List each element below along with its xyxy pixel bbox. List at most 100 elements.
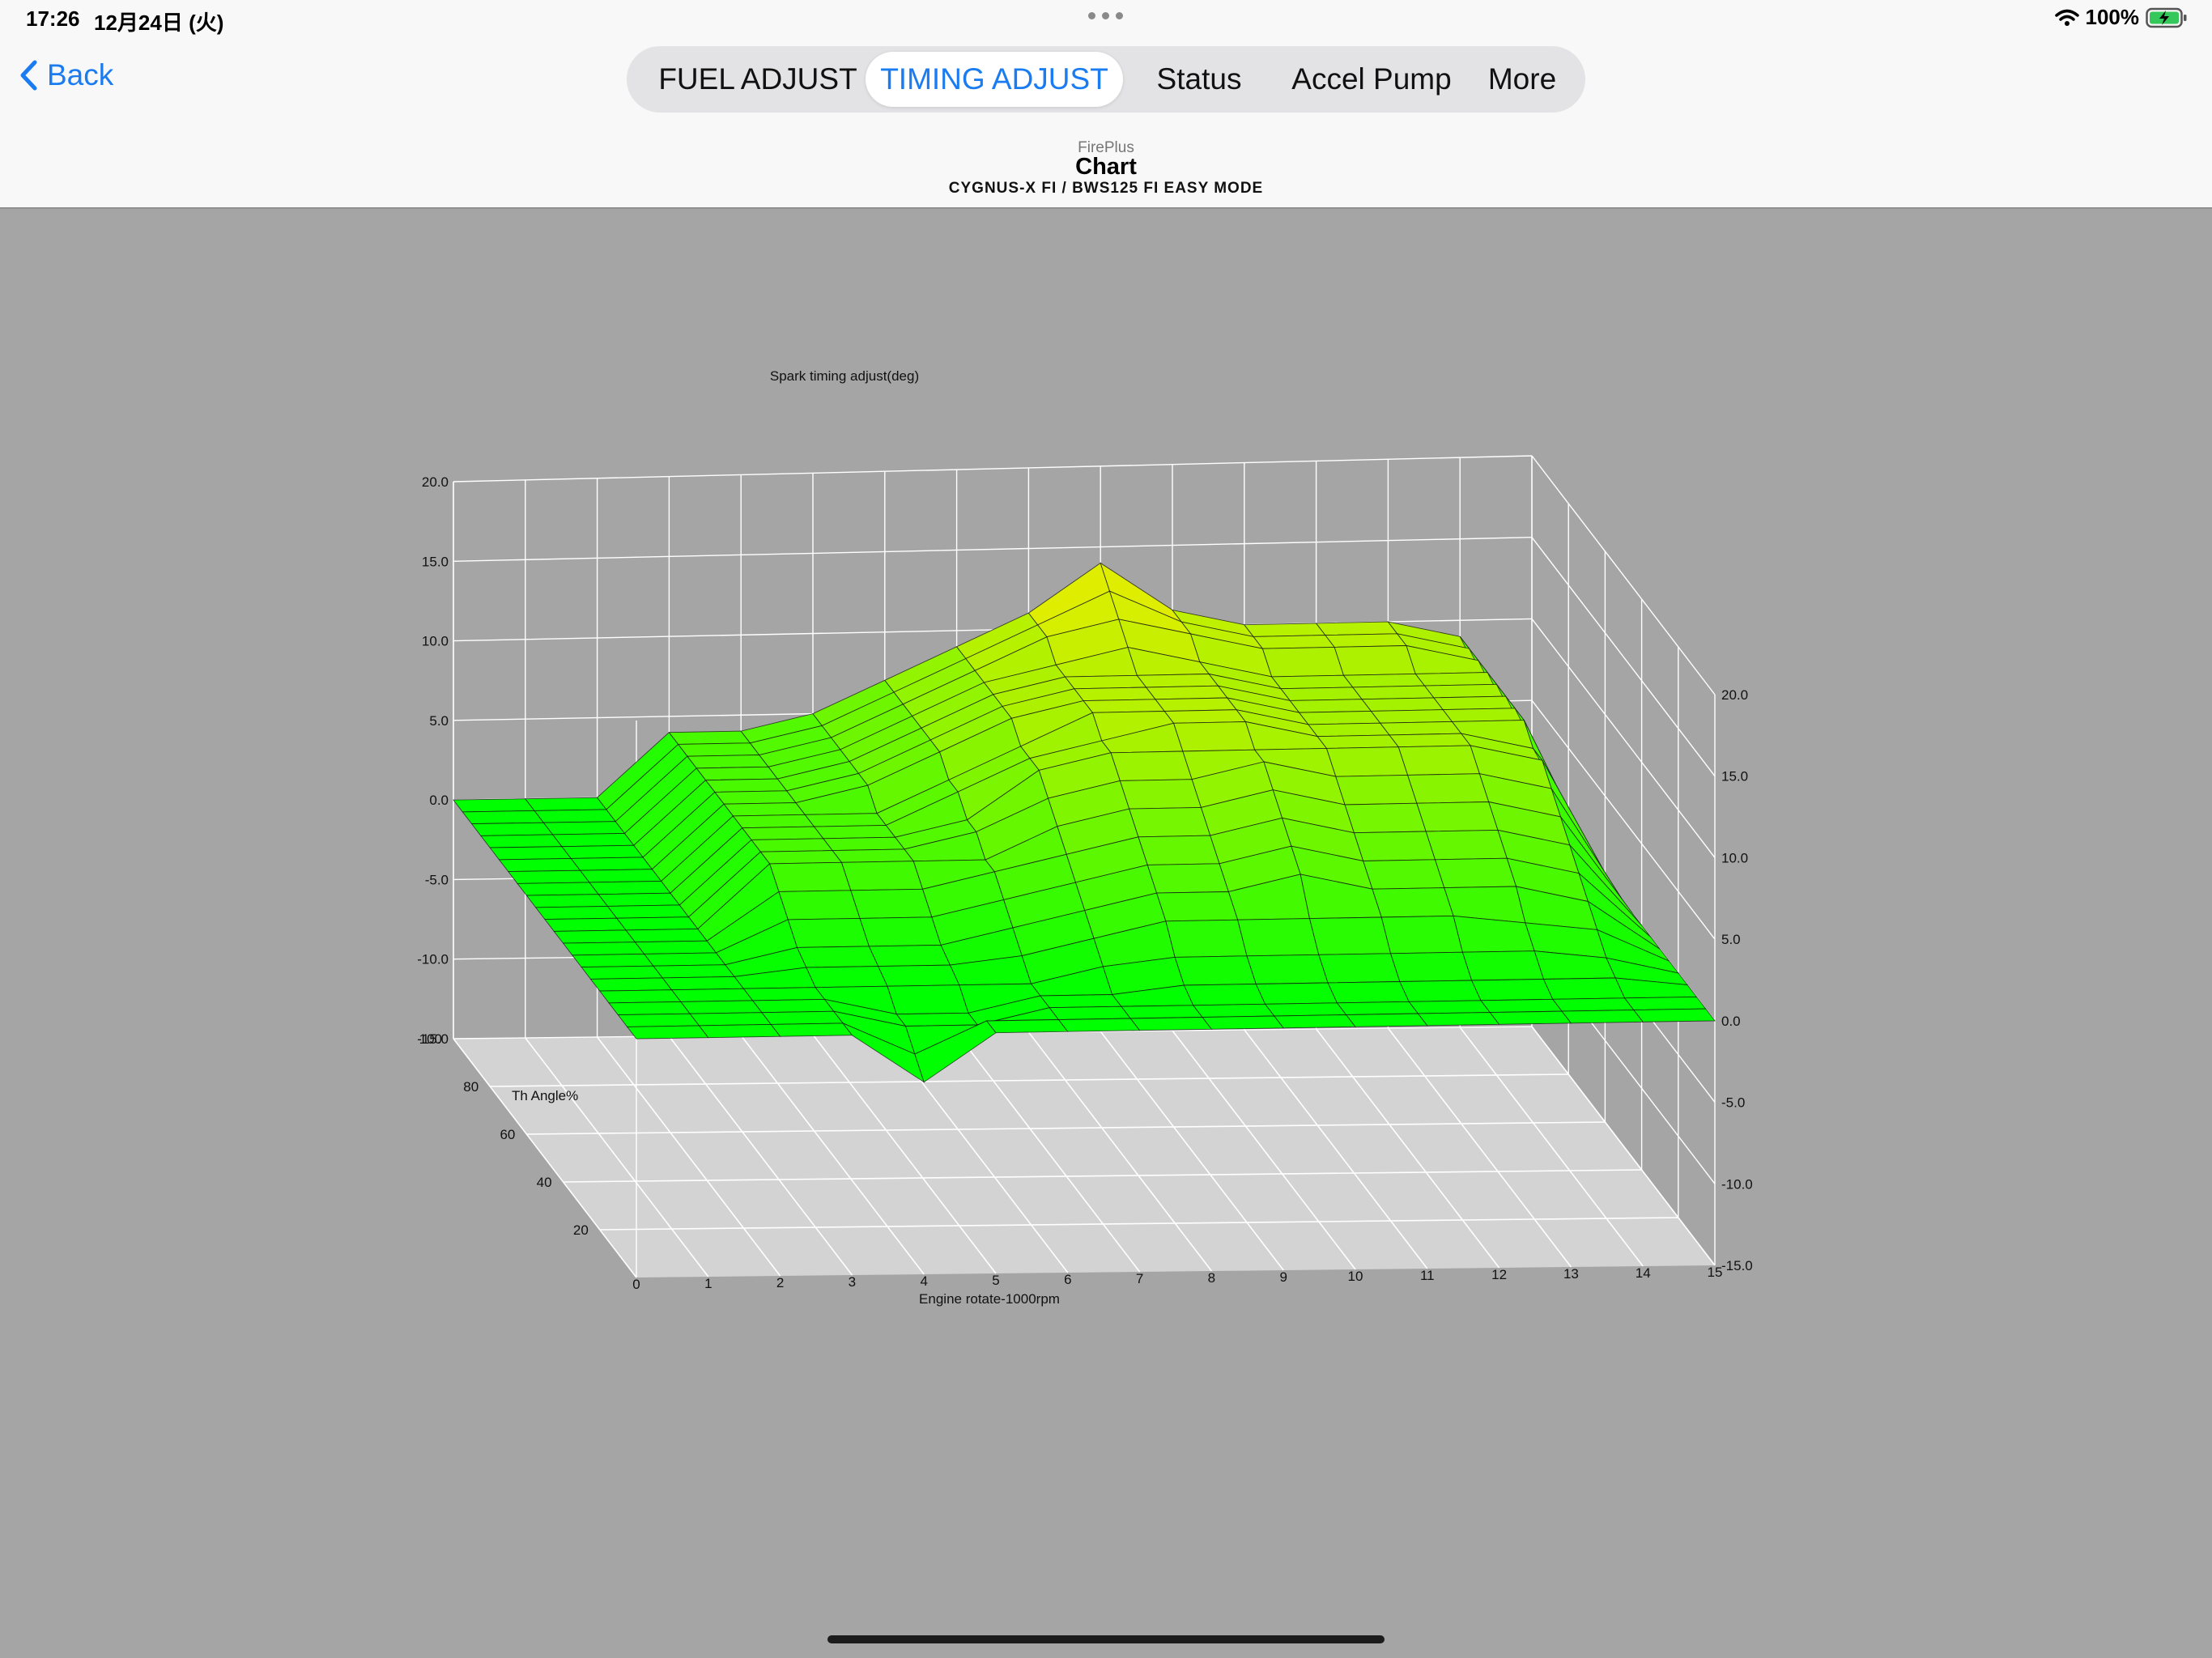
z-tick-label-right: -15.0 bbox=[1721, 1258, 1753, 1273]
surface-cell bbox=[561, 844, 644, 859]
x-axis-label: Engine rotate-1000rpm bbox=[919, 1291, 1060, 1307]
surface-cell bbox=[804, 813, 887, 827]
surface-cell bbox=[661, 976, 745, 991]
timing-surface-chart[interactable]: 0 1 2 3 4 5 6 7 8 9 10 11 12 13 14 1520406080100-15.0-1… bbox=[0, 0, 2212, 1658]
surface-cell bbox=[1351, 685, 1435, 700]
x-tick-label: 6 bbox=[1064, 1272, 1071, 1287]
surface-cell bbox=[1397, 745, 1481, 776]
surface-cell bbox=[589, 880, 671, 895]
y-tick-label: 20 bbox=[573, 1222, 589, 1238]
surface-cell bbox=[1049, 1005, 1132, 1020]
surface-cell bbox=[606, 904, 690, 919]
surface-cell bbox=[470, 822, 554, 836]
x-tick-label: 7 bbox=[1136, 1271, 1143, 1286]
surface-cell bbox=[985, 1019, 1069, 1034]
surface-cell bbox=[813, 824, 896, 840]
surface-cell bbox=[796, 946, 879, 968]
surface-cell bbox=[1370, 709, 1453, 724]
surface-cell bbox=[1416, 801, 1499, 832]
surface-cell bbox=[453, 798, 536, 813]
surface-cell bbox=[677, 742, 760, 757]
chart-title: Spark timing adjust(deg) bbox=[770, 368, 919, 384]
surface-cell bbox=[579, 869, 662, 883]
z-tick-label-left: 0.0 bbox=[429, 793, 449, 808]
z-tick-label-left: 15.0 bbox=[422, 554, 449, 569]
surface-cell bbox=[1325, 746, 1409, 777]
x-tick-label: 5 bbox=[992, 1273, 999, 1288]
surface-cell bbox=[634, 940, 717, 954]
surface-cell bbox=[1353, 831, 1436, 861]
surface-cell bbox=[1399, 980, 1482, 1002]
surface-cell bbox=[868, 944, 951, 967]
surface-cell bbox=[507, 869, 590, 884]
surface-cell bbox=[589, 977, 673, 992]
surface-cell bbox=[1317, 734, 1400, 749]
surface-cell bbox=[850, 888, 933, 919]
surface-cell bbox=[625, 928, 708, 943]
surface-cell bbox=[479, 834, 563, 848]
surface-cell bbox=[1551, 997, 1635, 1012]
surface-cell bbox=[1172, 721, 1256, 752]
surface-cell bbox=[581, 965, 664, 980]
surface-cell bbox=[1074, 687, 1156, 702]
surface-cell bbox=[462, 810, 545, 825]
surface-cell bbox=[689, 1012, 772, 1027]
surface-cell bbox=[832, 848, 915, 863]
surface-cell bbox=[1165, 919, 1248, 958]
surface-cell bbox=[668, 730, 751, 745]
surface-cell bbox=[553, 929, 636, 944]
surface-cell bbox=[525, 894, 609, 908]
surface-cell bbox=[1155, 697, 1237, 712]
surface-cell bbox=[1308, 722, 1390, 738]
surface-cell bbox=[1461, 950, 1545, 981]
surface-cell bbox=[751, 998, 835, 1014]
surface-cell bbox=[723, 802, 806, 817]
x-tick-label: 8 bbox=[1208, 1270, 1215, 1286]
surface-cell bbox=[1480, 998, 1563, 1014]
surface-cell bbox=[1372, 887, 1454, 918]
x-tick-label: 14 bbox=[1636, 1265, 1651, 1281]
surface-cell bbox=[1334, 645, 1416, 676]
y-tick-label: 60 bbox=[500, 1127, 515, 1142]
surface-cell bbox=[1344, 802, 1427, 834]
surface-cell bbox=[617, 1013, 700, 1027]
surface-cell bbox=[1119, 779, 1202, 810]
surface-cell bbox=[1064, 674, 1147, 690]
x-tick-label: 2 bbox=[776, 1275, 784, 1290]
surface-cell bbox=[1136, 674, 1219, 688]
home-indicator[interactable] bbox=[827, 1635, 1385, 1643]
surface-cell bbox=[1623, 996, 1707, 1011]
surface-cell bbox=[1315, 621, 1398, 636]
surface-cell bbox=[1163, 709, 1247, 724]
surface-cell bbox=[1327, 981, 1410, 1004]
surface-cell bbox=[1253, 635, 1336, 649]
surface-cell bbox=[1342, 673, 1426, 688]
y-axis-label: Th Angle% bbox=[512, 1088, 578, 1103]
surface-cell bbox=[1345, 1013, 1428, 1027]
surface-cell bbox=[1237, 918, 1320, 957]
surface-cell bbox=[759, 850, 843, 865]
y-tick-label: 80 bbox=[463, 1079, 479, 1095]
surface-cell bbox=[1561, 1010, 1644, 1024]
surface-cell bbox=[1380, 915, 1463, 954]
surface-cell bbox=[823, 836, 905, 852]
z-tick-label-left: 20.0 bbox=[422, 474, 449, 490]
z-tick-label-right: 10.0 bbox=[1721, 850, 1748, 865]
surface-cell bbox=[570, 857, 653, 871]
surface-cell bbox=[1145, 685, 1228, 700]
back-wall-grid-line bbox=[453, 455, 1533, 483]
x-tick-label: 12 bbox=[1491, 1267, 1507, 1282]
side-wall-grid-line bbox=[1531, 455, 1716, 695]
surface-cell bbox=[1183, 984, 1266, 1006]
surface-cell bbox=[1336, 1001, 1419, 1015]
surface-cell bbox=[895, 1012, 979, 1027]
surface-cell bbox=[1121, 1005, 1204, 1019]
surface-cell bbox=[571, 953, 654, 968]
surface-cell bbox=[498, 857, 581, 873]
surface-cell bbox=[534, 905, 618, 920]
z-tick-label-right: 5.0 bbox=[1721, 932, 1741, 947]
surface-cell bbox=[1363, 859, 1445, 890]
z-tick-label-right: -10.0 bbox=[1721, 1176, 1753, 1192]
surface-cell bbox=[615, 916, 699, 931]
z-tick-label-right: -5.0 bbox=[1721, 1095, 1745, 1111]
